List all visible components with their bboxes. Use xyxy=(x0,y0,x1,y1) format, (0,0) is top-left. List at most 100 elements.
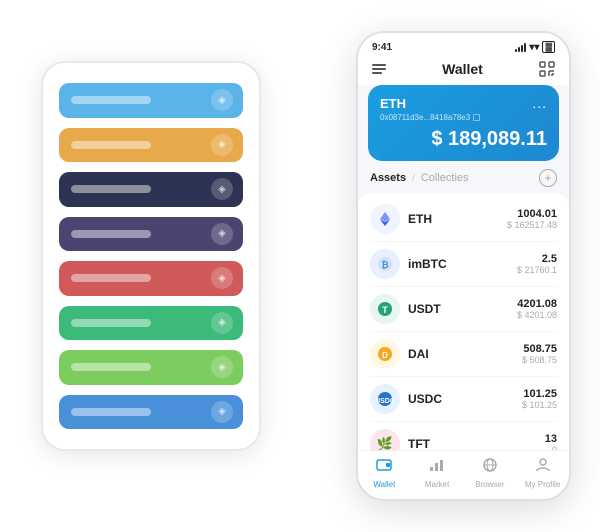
assets-tabs: Assets / Collecties xyxy=(370,172,469,184)
asset-amounts-tft: 13 0 xyxy=(545,433,557,450)
card-icon: ◈ xyxy=(211,356,233,378)
browser-nav-label: Browser xyxy=(475,480,504,489)
list-item[interactable]: ◈ xyxy=(59,350,243,385)
nav-item-profile[interactable]: My Profile xyxy=(523,457,563,489)
asset-usd-usdc: $ 101.25 xyxy=(522,400,557,410)
asset-amounts-dai: 508.75 $ 508.75 xyxy=(522,343,557,365)
imbtc-icon: ₿ xyxy=(370,249,400,279)
dai-icon: D xyxy=(370,339,400,369)
wifi-icon: ▾▾ xyxy=(529,42,539,53)
card-icon: ◈ xyxy=(211,401,233,423)
asset-amounts-usdt: 4201.08 $ 4201.08 xyxy=(517,298,557,320)
nav-item-market[interactable]: Market xyxy=(417,457,457,489)
card-label xyxy=(71,185,151,193)
phone-header: Wallet xyxy=(358,57,569,85)
asset-usd-eth: $ 162517.48 xyxy=(507,220,557,230)
card-icon: ◈ xyxy=(211,89,233,111)
svg-text:USDC: USDC xyxy=(376,398,394,405)
asset-usd-imbtc: $ 21760.1 xyxy=(517,265,557,275)
battery-icon: ▓ xyxy=(542,41,555,53)
nav-item-wallet[interactable]: Wallet xyxy=(364,457,404,489)
eth-card[interactable]: ETH ... 0x08711d3e...8418a78e3 $ 189,089… xyxy=(368,85,559,161)
asset-amounts-usdc: 101.25 $ 101.25 xyxy=(522,388,557,410)
svg-text:D: D xyxy=(382,351,388,360)
svg-text:₿: ₿ xyxy=(381,260,388,270)
asset-name-imbtc: imBTC xyxy=(408,257,509,271)
tab-assets[interactable]: Assets xyxy=(370,172,406,184)
nav-item-browser[interactable]: Browser xyxy=(470,457,510,489)
scan-icon[interactable] xyxy=(539,61,555,77)
card-icon: ◈ xyxy=(211,223,233,245)
status-time: 9:41 xyxy=(372,42,392,53)
card-icon: ◈ xyxy=(211,267,233,289)
asset-amount-dai: 508.75 xyxy=(522,343,557,355)
eth-card-top: ETH ... xyxy=(380,95,547,111)
asset-amount-tft: 13 xyxy=(545,433,557,445)
eth-card-balance: $ 189,089.11 xyxy=(380,128,547,151)
menu-icon[interactable] xyxy=(372,64,386,74)
asset-item-dai[interactable]: D DAI 508.75 $ 508.75 xyxy=(358,332,569,376)
list-item[interactable]: ◈ xyxy=(59,217,243,252)
list-item[interactable]: ◈ xyxy=(59,261,243,296)
card-icon: ◈ xyxy=(211,134,233,156)
bottom-nav: Wallet Market Browser My Profile xyxy=(358,450,569,499)
usdc-icon: USDC xyxy=(370,384,400,414)
tft-icon: 🌿 xyxy=(370,429,400,450)
browser-nav-icon xyxy=(482,457,498,478)
profile-nav-icon xyxy=(535,457,551,478)
page-title: Wallet xyxy=(442,61,483,77)
card-label xyxy=(71,319,151,327)
tab-collectibles[interactable]: Collecties xyxy=(421,172,469,184)
foreground-phone: 9:41 ▾▾ ▓ Wallet xyxy=(356,31,571,501)
list-item[interactable]: ◈ xyxy=(59,306,243,341)
tab-divider: / xyxy=(412,173,415,184)
card-icon: ◈ xyxy=(211,312,233,334)
asset-amount-imbtc: 2.5 xyxy=(517,253,557,265)
card-label xyxy=(71,274,151,282)
asset-amounts-imbtc: 2.5 $ 21760.1 xyxy=(517,253,557,275)
asset-amount-usdc: 101.25 xyxy=(522,388,557,400)
background-phone: ◈ ◈ ◈ ◈ ◈ ◈ ◈ ◈ xyxy=(41,61,261,451)
list-item[interactable]: ◈ xyxy=(59,128,243,163)
card-label xyxy=(71,230,151,238)
copy-icon[interactable] xyxy=(473,114,480,121)
asset-amount-eth: 1004.01 xyxy=(507,208,557,220)
card-label xyxy=(71,363,151,371)
market-nav-icon xyxy=(429,457,445,478)
asset-list: ETH 1004.01 $ 162517.48 ₿ imBTC 2.5 $ 21… xyxy=(358,193,569,450)
asset-name-usdt: USDT xyxy=(408,302,509,316)
list-item[interactable]: ◈ xyxy=(59,172,243,207)
eth-card-more-button[interactable]: ... xyxy=(532,95,547,111)
asset-name-usdc: USDC xyxy=(408,392,514,406)
wallet-nav-label: Wallet xyxy=(373,480,395,489)
asset-usd-dai: $ 508.75 xyxy=(522,355,557,365)
eth-card-name: ETH xyxy=(380,96,406,111)
status-bar: 9:41 ▾▾ ▓ xyxy=(358,33,569,57)
asset-item-usdc[interactable]: USDC USDC 101.25 $ 101.25 xyxy=(358,377,569,421)
add-asset-button[interactable]: + xyxy=(539,169,557,187)
asset-amounts-eth: 1004.01 $ 162517.48 xyxy=(507,208,557,230)
market-nav-label: Market xyxy=(425,480,449,489)
asset-item-eth[interactable]: ETH 1004.01 $ 162517.48 xyxy=(358,197,569,241)
list-item[interactable]: ◈ xyxy=(59,395,243,430)
asset-item-tft[interactable]: 🌿 TFT 13 0 xyxy=(358,422,569,450)
svg-text:T: T xyxy=(382,305,388,315)
eth-card-address: 0x08711d3e...8418a78e3 xyxy=(380,113,547,122)
asset-name-eth: ETH xyxy=(408,212,499,226)
wallet-nav-icon xyxy=(376,457,392,478)
status-icons: ▾▾ ▓ xyxy=(515,41,555,53)
asset-item-usdt[interactable]: T USDT 4201.08 $ 4201.08 xyxy=(358,287,569,331)
asset-usd-usdt: $ 4201.08 xyxy=(517,310,557,320)
asset-amount-usdt: 4201.08 xyxy=(517,298,557,310)
asset-name-tft: TFT xyxy=(408,437,537,450)
assets-header: Assets / Collecties + xyxy=(358,169,569,193)
asset-item-imbtc[interactable]: ₿ imBTC 2.5 $ 21760.1 xyxy=(358,242,569,286)
eth-icon xyxy=(370,204,400,234)
signal-icon xyxy=(515,43,526,52)
profile-nav-label: My Profile xyxy=(525,480,561,489)
card-label xyxy=(71,408,151,416)
list-item[interactable]: ◈ xyxy=(59,83,243,118)
card-label xyxy=(71,141,151,149)
asset-name-dai: DAI xyxy=(408,347,514,361)
card-icon: ◈ xyxy=(211,178,233,200)
